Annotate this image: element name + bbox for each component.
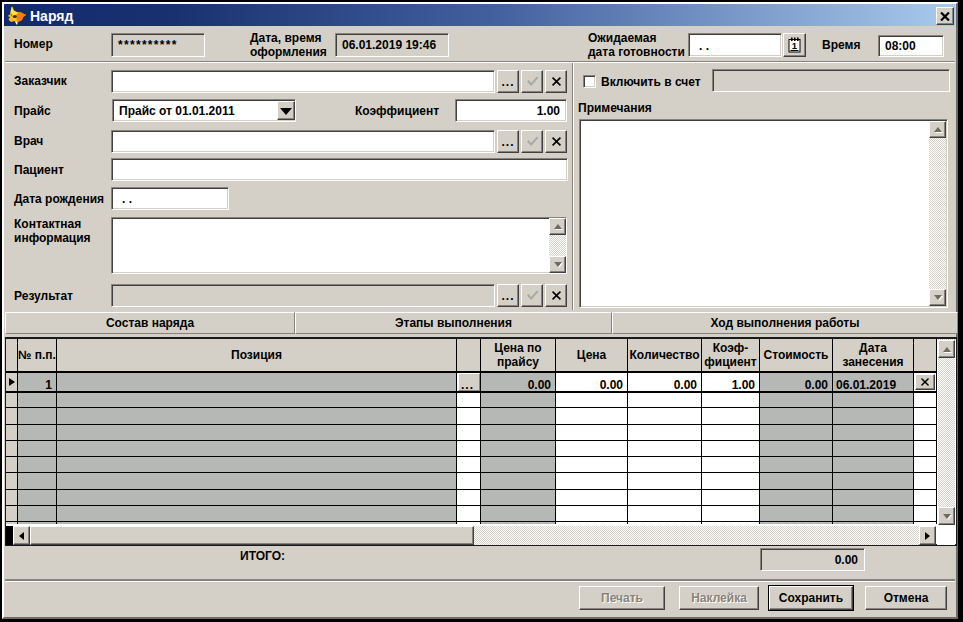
svg-text:1: 1 xyxy=(792,40,798,51)
